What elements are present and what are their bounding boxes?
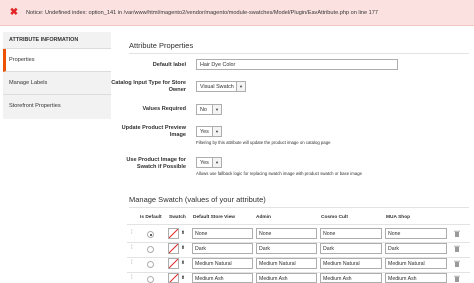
swatch-picker[interactable] — [168, 243, 179, 254]
value-default-store-view[interactable]: Dark — [192, 243, 253, 254]
swatch-picker[interactable] — [168, 228, 179, 239]
trash-icon[interactable] — [454, 275, 460, 282]
divider — [129, 207, 469, 208]
value-mua-shop[interactable]: Dark — [385, 243, 447, 254]
use-fallback-label: Use Product Image for Swatch if Possible — [126, 157, 186, 170]
drag-handle-icon[interactable]: ⁞ — [131, 245, 134, 252]
update-preview-value: Yes — [200, 129, 209, 135]
properties-section-title: Attribute Properties — [129, 41, 194, 50]
value-cosmo-cult[interactable]: Medium Natural — [320, 258, 382, 269]
swatch-picker[interactable] — [168, 273, 179, 283]
swatch-dropdown-icon[interactable]: ⬍ — [180, 228, 186, 239]
catalog-input-label: Catalog Input Type for Store Owner — [111, 80, 186, 93]
catalog-input-select[interactable]: Visual Swatch ▾ — [196, 81, 246, 92]
is-default-radio[interactable] — [147, 246, 154, 253]
trash-icon[interactable] — [454, 260, 460, 267]
swatch-section-title: Manage Swatch (values of your attribute) — [129, 195, 266, 204]
drag-handle-icon[interactable]: ⁞ — [131, 275, 134, 282]
is-default-radio[interactable] — [147, 276, 154, 283]
values-required-value: No — [200, 107, 207, 113]
drag-handle-icon[interactable]: ⁞ — [131, 230, 134, 237]
value-default-store-view[interactable]: None — [192, 228, 253, 239]
swatch-dropdown-icon[interactable]: ⬍ — [180, 273, 186, 283]
is-default-radio[interactable] — [147, 261, 154, 268]
col-default-store-view: Default Store View — [193, 215, 236, 220]
col-mua-shop: MUA Shop — [386, 215, 411, 220]
values-required-select[interactable]: No ▾ — [196, 104, 222, 115]
trash-icon[interactable] — [454, 245, 460, 252]
catalog-input-value: Visual Swatch — [200, 84, 234, 90]
value-default-store-view[interactable]: Medium Natural — [192, 258, 253, 269]
chevron-down-icon: ▾ — [236, 82, 245, 91]
default-label-input[interactable]: Hair Dye Color — [196, 59, 398, 70]
drag-handle-icon[interactable]: ⁞ — [131, 260, 134, 267]
update-preview-note: Filtering by this attribute will update … — [196, 140, 331, 145]
value-admin[interactable]: Medium Ash — [256, 273, 317, 283]
col-is-default: Is Default — [140, 215, 162, 220]
chevron-down-icon: ▾ — [212, 158, 221, 167]
use-fallback-note: Allows use fallback logic for replacing … — [196, 171, 362, 176]
value-admin[interactable]: None — [256, 228, 317, 239]
value-cosmo-cult[interactable]: Medium Ash — [320, 273, 382, 283]
use-fallback-select[interactable]: Yes ▾ — [196, 157, 222, 168]
default-label-label: Default label — [152, 62, 186, 68]
value-default-store-view[interactable]: Medium Ash — [192, 273, 253, 283]
col-cosmo-cult: Cosmo Cult — [321, 215, 348, 220]
value-mua-shop[interactable]: Medium Natural — [385, 258, 447, 269]
col-admin: Admin — [256, 215, 271, 220]
use-fallback-value: Yes — [200, 160, 209, 166]
value-cosmo-cult[interactable]: None — [320, 228, 382, 239]
value-mua-shop[interactable]: Medium Ash — [385, 273, 447, 283]
table-header-rule — [127, 224, 470, 225]
values-required-label: Values Required — [142, 106, 186, 112]
update-preview-label: Update Product Preview Image — [121, 125, 186, 138]
swatch-dropdown-icon[interactable]: ⬍ — [180, 258, 186, 269]
swatch-picker[interactable] — [168, 258, 179, 269]
update-preview-select[interactable]: Yes ▾ — [196, 126, 222, 137]
chevron-down-icon: ▾ — [212, 105, 221, 114]
value-admin[interactable]: Medium Natural — [256, 258, 317, 269]
swatch-dropdown-icon[interactable]: ⬍ — [180, 243, 186, 254]
value-cosmo-cult[interactable]: Dark — [320, 243, 382, 254]
value-mua-shop[interactable]: None — [385, 228, 447, 239]
value-admin[interactable]: Dark — [256, 243, 317, 254]
is-default-radio[interactable] — [147, 231, 154, 238]
col-swatch: Swatch — [169, 215, 186, 220]
trash-icon[interactable] — [454, 230, 460, 237]
chevron-down-icon: ▾ — [212, 127, 221, 136]
divider — [129, 53, 469, 54]
